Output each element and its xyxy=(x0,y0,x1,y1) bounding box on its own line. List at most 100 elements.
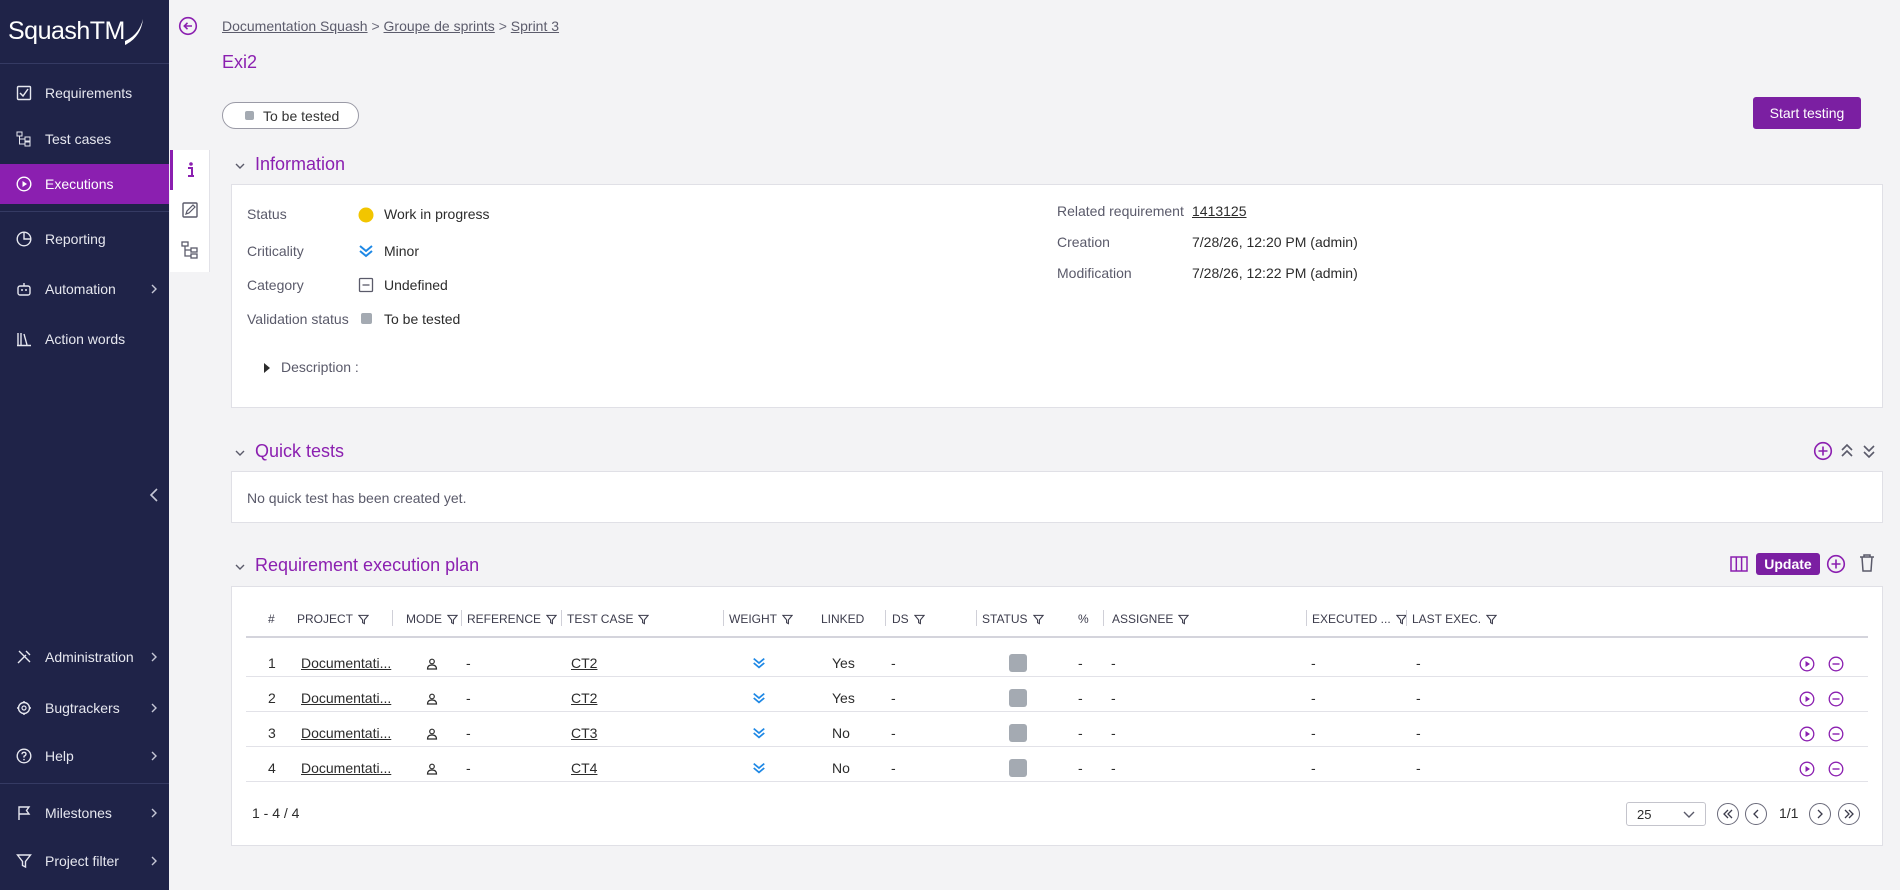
filter-icon[interactable] xyxy=(782,614,793,625)
sidebar-item-requirements[interactable]: Requirements xyxy=(0,73,169,113)
sidebar-item-milestones[interactable]: Milestones xyxy=(0,793,169,833)
filter-icon[interactable] xyxy=(913,614,925,625)
first-page-button[interactable] xyxy=(1717,803,1739,825)
filter-icon[interactable] xyxy=(546,614,558,625)
cell-test-case[interactable]: CT4 xyxy=(571,760,597,776)
sidebar-item-project-filter[interactable]: Project filter xyxy=(0,841,169,881)
modification-label: Modification xyxy=(1057,265,1132,281)
status-value[interactable]: Work in progress xyxy=(384,206,490,222)
cell-linked: No xyxy=(832,725,850,741)
cell-num: 1 xyxy=(268,655,276,671)
column-header-ds[interactable]: DS xyxy=(892,612,925,626)
remove-icon[interactable] xyxy=(1828,691,1844,710)
filter-icon[interactable] xyxy=(638,614,650,625)
quick-tests-section-header[interactable]: Quick tests xyxy=(235,441,344,462)
quick-tests-panel: No quick test has been created yet. xyxy=(231,471,1883,523)
execute-icon[interactable] xyxy=(1799,656,1815,675)
edit-report-icon xyxy=(181,202,198,218)
add-icon[interactable] xyxy=(1826,554,1846,574)
description-label[interactable]: Description : xyxy=(281,359,359,375)
previous-page-button[interactable] xyxy=(1745,803,1767,825)
status-square-icon[interactable] xyxy=(1009,654,1027,672)
chevron-down-icon[interactable] xyxy=(234,447,246,459)
validation-status-value[interactable]: To be tested xyxy=(384,311,460,327)
execute-icon[interactable] xyxy=(1799,691,1815,710)
sidebar-item-automation[interactable]: Automation xyxy=(0,269,169,309)
trash-icon[interactable] xyxy=(1858,553,1876,573)
page-size-value: 25 xyxy=(1637,806,1652,822)
breadcrumb-item[interactable]: Documentation Squash xyxy=(222,18,368,34)
filter-icon[interactable] xyxy=(1032,614,1044,625)
cell-test-case[interactable]: CT2 xyxy=(571,690,597,706)
column-header-last-exec[interactable]: LAST EXEC. xyxy=(1412,612,1498,626)
column-header-status[interactable]: STATUS xyxy=(982,612,1044,626)
sidebar-item-action-words[interactable]: Action words xyxy=(0,319,169,359)
column-header-executed[interactable]: EXECUTED ... xyxy=(1312,612,1407,626)
collapse-sidebar-icon[interactable] xyxy=(148,486,160,504)
remove-icon[interactable] xyxy=(1828,726,1844,745)
status-square-icon[interactable] xyxy=(1009,689,1027,707)
column-header-mode[interactable]: MODE xyxy=(406,612,458,626)
tab-executions[interactable] xyxy=(170,190,209,230)
column-header-test-case[interactable]: TEST CASE xyxy=(567,612,650,626)
update-button[interactable]: Update xyxy=(1756,553,1820,575)
execute-icon[interactable] xyxy=(1799,726,1815,745)
caret-right-icon[interactable] xyxy=(262,362,272,374)
column-header-weight[interactable]: WEIGHT xyxy=(729,612,793,626)
execution-plan-section-header[interactable]: Requirement execution plan xyxy=(235,555,479,576)
column-header-reference[interactable]: REFERENCE xyxy=(467,612,558,626)
column-header-percent[interactable]: % xyxy=(1078,612,1089,626)
status-square-icon[interactable] xyxy=(1009,724,1027,742)
back-icon[interactable] xyxy=(178,16,198,36)
sidebar-item-administration[interactable]: Administration xyxy=(0,637,169,677)
remove-icon[interactable] xyxy=(1828,656,1844,675)
sidebar-item-bugtrackers[interactable]: Bugtrackers xyxy=(0,688,169,728)
status-square-icon[interactable] xyxy=(1009,759,1027,777)
cell-project[interactable]: Documentati... xyxy=(301,725,391,741)
cell-project[interactable]: Documentati... xyxy=(301,655,391,671)
chevron-down-icon[interactable] xyxy=(234,561,246,573)
status-badge[interactable]: To be tested xyxy=(222,102,359,129)
cell-test-case[interactable]: CT2 xyxy=(571,655,597,671)
chevron-down-icon[interactable] xyxy=(234,160,246,172)
column-header-project[interactable]: PROJECT xyxy=(297,612,370,626)
tab-test-cases[interactable] xyxy=(170,230,209,270)
weight-minor-icon xyxy=(752,761,766,778)
page-size-select[interactable]: 25 xyxy=(1626,802,1706,826)
column-header-assignee[interactable]: ASSIGNEE xyxy=(1112,612,1190,626)
filter-icon[interactable] xyxy=(358,614,370,625)
row-divider xyxy=(246,781,1868,782)
cell-project[interactable]: Documentati... xyxy=(301,690,391,706)
filter-icon[interactable] xyxy=(1486,614,1498,625)
columns-icon[interactable] xyxy=(1729,554,1749,574)
related-requirement-link[interactable]: 1413125 xyxy=(1192,203,1247,219)
column-header-linked[interactable]: LINKED xyxy=(821,612,864,626)
cell-project[interactable]: Documentati... xyxy=(301,760,391,776)
sidebar-item-executions[interactable]: Executions xyxy=(0,164,169,204)
column-header-number[interactable]: # xyxy=(268,612,275,626)
cell-ds: - xyxy=(891,760,896,776)
filter-icon[interactable] xyxy=(447,614,458,625)
breadcrumb-item[interactable]: Groupe de sprints xyxy=(384,18,495,34)
execute-icon[interactable] xyxy=(1799,761,1815,780)
sidebar-item-test-cases[interactable]: Test cases xyxy=(0,119,169,159)
sidebar-item-reporting[interactable]: Reporting xyxy=(0,219,169,259)
breadcrumb-item[interactable]: Sprint 3 xyxy=(511,18,559,34)
criticality-value[interactable]: Minor xyxy=(384,243,419,259)
add-icon[interactable] xyxy=(1813,441,1833,461)
logo[interactable]: SquashTM xyxy=(0,0,169,64)
next-page-button[interactable] xyxy=(1809,803,1831,825)
column-divider xyxy=(1306,610,1307,626)
category-value[interactable]: Undefined xyxy=(384,277,448,293)
last-page-button[interactable] xyxy=(1838,803,1860,825)
expand-all-icon[interactable] xyxy=(1862,441,1876,461)
filter-icon[interactable] xyxy=(1178,614,1190,625)
cell-test-case[interactable]: CT3 xyxy=(571,725,597,741)
user-icon xyxy=(426,657,438,673)
collapse-all-icon[interactable] xyxy=(1840,441,1854,461)
remove-icon[interactable] xyxy=(1828,761,1844,780)
sidebar-item-help[interactable]: Help xyxy=(0,736,169,776)
tab-information[interactable] xyxy=(170,150,209,190)
information-section-header[interactable]: Information xyxy=(235,154,345,175)
start-testing-button[interactable]: Start testing xyxy=(1753,97,1861,129)
